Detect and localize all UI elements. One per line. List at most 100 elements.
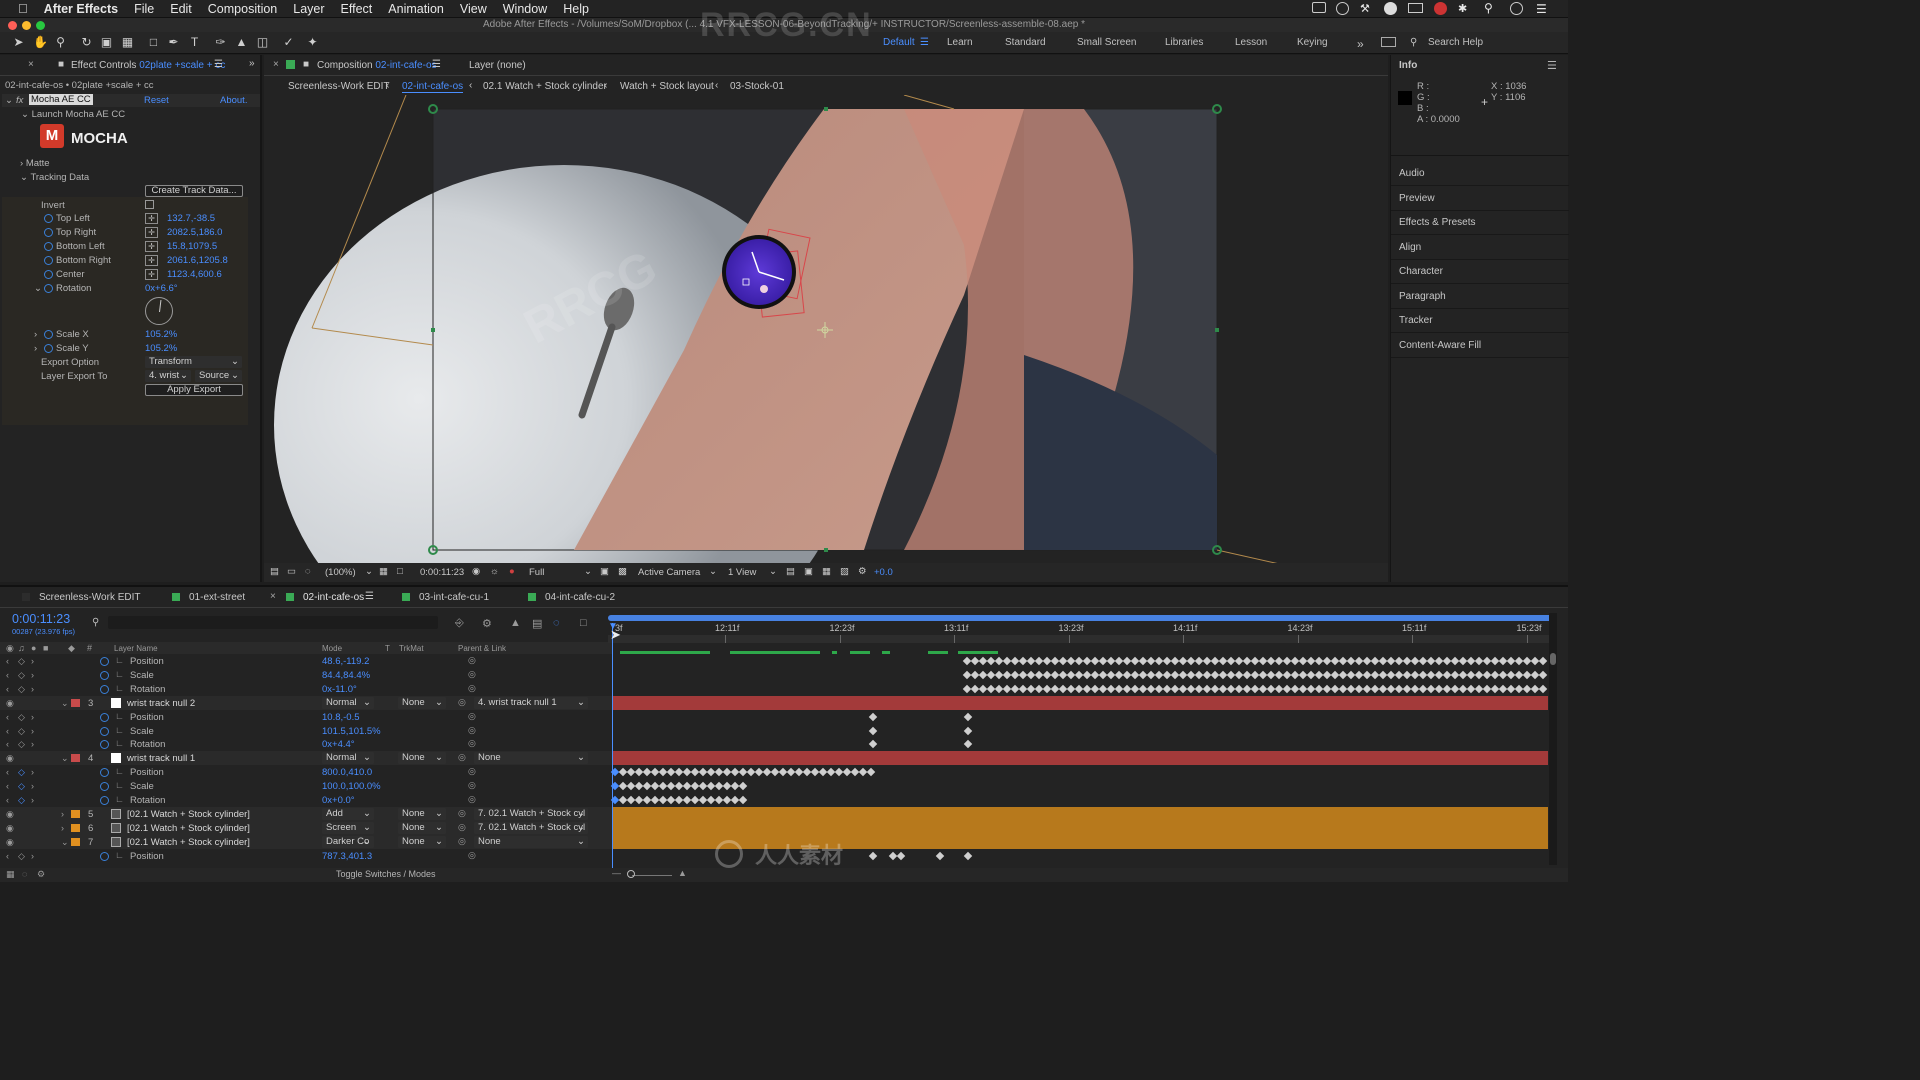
parent-pickwhip-icon[interactable]: ◎ [458, 752, 466, 763]
panel-item[interactable]: Tracker [1399, 315, 1433, 326]
nav-prev-key-icon[interactable]: ‹ [6, 739, 9, 749]
panel-item[interactable]: Audio [1399, 168, 1425, 179]
nav-next-key-icon[interactable]: › [31, 684, 34, 694]
timeline-layer-row[interactable]: ◉ ⌄ 4 wrist track null 1 Normal ⌄ None ⌄ ◎ None ⌄ [0, 751, 612, 766]
crosshair-point-icon[interactable]: ✛ [145, 269, 158, 280]
layer-name[interactable]: [02.1 Watch + Stock cylinder] [127, 809, 250, 820]
pickwhip-icon[interactable]: ◎ [468, 850, 476, 861]
puppet-pin-tool-icon[interactable]: ✦ [306, 36, 319, 49]
rotation-dial[interactable] [145, 297, 173, 325]
graph-icon[interactable]: ∟ [115, 766, 124, 776]
timeline-timecode[interactable]: 0:00:11:23 [12, 612, 70, 626]
workspace-lesson[interactable]: Lesson [1235, 37, 1267, 48]
sync-settings-icon[interactable] [1381, 37, 1396, 47]
crumb-03-stock-01[interactable]: 03-Stock-01 [730, 81, 784, 92]
trkmat-select[interactable]: None ⌄ [398, 807, 446, 820]
layer-name-header[interactable]: Layer Name [114, 644, 158, 653]
layer-tab[interactable]: Layer (none) [469, 60, 526, 71]
zoom-out-icon[interactable]: — [612, 868, 621, 878]
prop-stopwatch-icon[interactable] [44, 256, 53, 265]
trkmat-select[interactable]: None ⌄ [398, 752, 446, 765]
workspace-keying[interactable]: Keying [1297, 37, 1328, 48]
keyframe-toggle-icon[interactable]: ◇ [18, 767, 25, 778]
timeline-lane[interactable] [612, 737, 1548, 751]
menu-edit[interactable]: Edit [170, 2, 192, 16]
pickwhip-icon[interactable]: ◎ [468, 655, 476, 666]
nav-prev-key-icon[interactable]: ‹ [6, 851, 9, 861]
timeline-search-icon[interactable]: ⚲ [92, 617, 99, 628]
scale-y-toggle-icon[interactable]: › [34, 343, 37, 354]
trkmat-header[interactable]: TrkMat [399, 644, 424, 653]
zoom-dropdown-icon[interactable]: ⌄ [365, 566, 373, 577]
time-ruler[interactable] [608, 635, 1552, 643]
playhead[interactable] [612, 623, 613, 871]
property-value[interactable]: 100.0,100.0% [322, 781, 381, 792]
info-menu-icon[interactable]: ☰ [1547, 59, 1557, 72]
timeline-layer-row[interactable]: ◉ ⌄ 7 [02.1 Watch + Stock cylinder] Darker C… [0, 834, 612, 849]
track-prop-value[interactable]: 132.7,-38.5 [167, 213, 215, 224]
views-dropdown-icon[interactable]: ⌄ [769, 566, 777, 577]
keyframe-toggle-icon[interactable]: ◇ [18, 656, 25, 667]
scale-y-value[interactable]: 105.2% [145, 343, 177, 354]
menu-composition[interactable]: Composition [208, 2, 277, 16]
nav-prev-key-icon[interactable]: ‹ [6, 684, 9, 694]
nav-next-key-icon[interactable]: › [31, 712, 34, 722]
timeline-tab[interactable]: Screenless-Work EDIT [39, 592, 141, 603]
timeline-lane[interactable] [612, 682, 1548, 696]
keyframe[interactable] [868, 726, 878, 735]
creative-cloud-icon[interactable] [1336, 2, 1349, 15]
nav-next-key-icon[interactable]: › [31, 851, 34, 861]
workspace-learn[interactable]: Learn [947, 37, 973, 48]
crumb-watch-stock-cylinder[interactable]: 02.1 Watch + Stock cylinder [483, 81, 607, 92]
keyframe-toggle-icon[interactable]: ◇ [18, 712, 25, 723]
keyframe[interactable] [866, 767, 876, 777]
parent-pickwhip-icon[interactable]: ◎ [458, 822, 466, 833]
workspace-libraries[interactable]: Libraries [1165, 37, 1203, 48]
visibility-eye-icon[interactable]: ◉ [6, 837, 14, 848]
pickwhip-icon[interactable]: ◎ [468, 794, 476, 805]
audio-toggle-header-icon[interactable]: ♫ [18, 643, 25, 653]
nav-prev-key-icon[interactable]: ‹ [6, 767, 9, 777]
grid-icon[interactable]: ▦ [379, 566, 388, 577]
flowchart-icon[interactable]: ▧ [840, 566, 849, 577]
expand-panel-icon[interactable]: » [249, 58, 255, 69]
trkmat-select[interactable]: None ⌄ [398, 835, 446, 848]
timeline-lane[interactable] [612, 710, 1548, 724]
keyframe[interactable] [896, 851, 906, 860]
visibility-eye-icon[interactable]: ◉ [6, 823, 14, 834]
layer-name[interactable]: wrist track null 1 [127, 753, 195, 764]
layer-name[interactable]: wrist track null 2 [127, 698, 195, 709]
parent-pickwhip-icon[interactable]: ◎ [458, 836, 466, 847]
eraser-tool-icon[interactable]: ◫ [256, 36, 269, 49]
scale-x-stopwatch-icon[interactable] [44, 330, 53, 339]
graph-icon[interactable]: ∟ [115, 683, 124, 693]
zoom-slider[interactable] [632, 875, 672, 876]
effect-controls-tab[interactable]: Effect Controls 02plate +scale + cc [71, 60, 225, 71]
pickwhip-icon[interactable]: ◎ [468, 725, 476, 736]
panel-item[interactable]: Character [1399, 266, 1443, 277]
property-stopwatch-icon[interactable] [100, 851, 109, 861]
show-snapshot-icon[interactable]: ☼ [490, 566, 499, 577]
zoom-tool-icon[interactable]: ⚲ [54, 36, 67, 49]
track-prop-value[interactable]: 15.8,1079.5 [167, 241, 217, 252]
zoom-in-icon[interactable]: ▲ [678, 868, 687, 878]
timeline-property-row[interactable]: ‹ ◇ › ∟ Position 10.8,-0.5 ◎ [0, 709, 612, 724]
reset-link[interactable]: Reset [144, 95, 169, 106]
visibility-eye-icon[interactable]: ◉ [6, 698, 14, 709]
comp-panel-menu-icon[interactable]: ☰ [432, 59, 441, 70]
display-icon[interactable] [1408, 3, 1423, 13]
blend-mode-select[interactable]: Darker Co ⌄ [322, 835, 374, 848]
prop-stopwatch-icon[interactable] [44, 242, 53, 251]
comp-lock-icon[interactable]: ■ [303, 59, 309, 70]
workspace-menu-icon[interactable]: ☰ [920, 37, 929, 48]
search-icon[interactable]: ⚲ [1484, 1, 1493, 15]
panel-item[interactable]: Content-Aware Fill [1399, 340, 1481, 351]
timeline-layer-row[interactable]: ◉ › 6 [02.1 Watch + Stock cylinder] Screen ⌄ N… [0, 820, 612, 835]
close-tab-icon[interactable]: × [28, 59, 34, 70]
timeline-lane[interactable] [610, 793, 1548, 807]
property-stopwatch-icon[interactable] [100, 796, 109, 805]
graph-icon[interactable]: ∟ [115, 655, 124, 665]
timeline-property-row[interactable]: ‹ ◇ › ∟ Position 800.0,410.0 ◎ [0, 765, 612, 780]
parent-select[interactable]: 7. 02.1 Watch + Stock cyl ⌄ [474, 821, 588, 834]
layer-expand-icon[interactable]: ⌄ [61, 753, 69, 764]
